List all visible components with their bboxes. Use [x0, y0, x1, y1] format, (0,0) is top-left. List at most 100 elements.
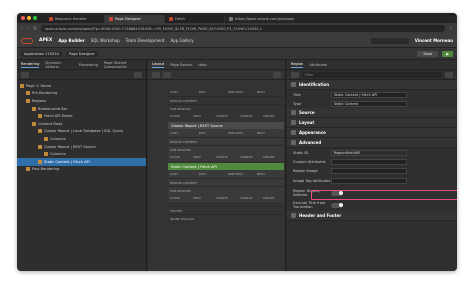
header-search-input[interactable]	[370, 37, 409, 44]
tab-attributes[interactable]: Attributes	[309, 63, 327, 67]
tree-node[interactable]: Breadcrumb Bar	[17, 105, 146, 113]
type-select[interactable]: Static Content	[331, 100, 407, 107]
grid-position[interactable]: NEXT	[255, 131, 284, 135]
group-identification[interactable]: Identification	[287, 80, 457, 90]
region-fetch-api[interactable]: Static Content | Fetch API COPY EDIT PREVI…	[168, 163, 284, 202]
grid-position[interactable]: PREVIOUS	[226, 131, 255, 135]
tree-view-icon[interactable]	[21, 71, 29, 78]
grid-position[interactable]: EDIT	[197, 90, 226, 94]
oracle-logo-icon[interactable]	[21, 37, 33, 44]
maximize-window-button[interactable]	[33, 16, 37, 20]
tree-node[interactable]: Pre-Rendering	[17, 90, 146, 98]
show-common-icon[interactable]	[291, 71, 299, 78]
grid-position[interactable]: HELP	[191, 114, 214, 118]
back-icon[interactable]: ‹	[21, 26, 23, 32]
grid-position[interactable]: CHANGE	[238, 155, 261, 159]
forward-icon[interactable]: ›	[27, 26, 29, 32]
grid-position[interactable]: DELETE	[214, 196, 237, 200]
tab-page-search[interactable]: Page Search	[170, 63, 192, 67]
browser-tab-page-designer[interactable]: Page Designer	[105, 15, 165, 23]
grid-position[interactable]: CLOSE	[168, 155, 191, 159]
tree-node[interactable]: Classic Report | Local Database | SQL Qu…	[17, 128, 146, 136]
grid-position[interactable]: CLOSE	[168, 114, 191, 118]
menu-sql-workshop[interactable]: SQL Workshop	[91, 38, 120, 43]
page-designer-breadcrumb[interactable]: Page Designer	[65, 50, 98, 57]
region-rest-source[interactable]: Classic Report | REST Source COPY EDIT PRE…	[168, 122, 284, 161]
tab-dynamic-actions[interactable]: Dynamic Actions	[45, 61, 72, 69]
property-filter-input[interactable]: Filter	[302, 71, 442, 78]
tree-node[interactable]: Post-Rendering	[17, 166, 146, 174]
grid-position[interactable]: CREATE	[261, 155, 284, 159]
region-image-input[interactable]	[331, 167, 407, 174]
inline-dialogs-position[interactable]: INLINE DIALOGS	[168, 214, 284, 222]
grid-position[interactable]: EDIT	[197, 172, 226, 176]
grid-position[interactable]: COPY	[168, 90, 197, 94]
grid-position[interactable]: CLOSE	[168, 196, 191, 200]
menu-team-development[interactable]: Team Development	[126, 38, 165, 43]
layout-tool-icon[interactable]	[152, 71, 160, 78]
grid-position[interactable]: COPY	[168, 172, 197, 176]
grid-sub-position[interactable]: REGION CONTENT	[168, 96, 284, 104]
browser-tab-resource-handler[interactable]: Resource Handler	[45, 15, 105, 23]
title-input[interactable]: Static Content | Fetch API	[331, 91, 407, 98]
menu-app-gallery[interactable]: App Gallery	[170, 38, 193, 43]
property-menu-icon[interactable]	[445, 71, 453, 78]
browser-tab-apex-url[interactable]: https://apex.oracle.com/pls/apex	[225, 15, 457, 23]
grid-position[interactable]: CHANGE	[238, 196, 261, 200]
grid-sub-position[interactable]: SUB REGIONS	[168, 145, 284, 153]
tree-node[interactable]: Content Body	[17, 120, 146, 128]
grid-position[interactable]: HELP	[191, 196, 214, 200]
grid-position[interactable]: CHANGE	[238, 114, 261, 118]
exclude-title-toggle[interactable]	[331, 202, 343, 208]
tree-node[interactable]: Page 1: Home	[17, 82, 146, 90]
tree-node[interactable]: Columns	[17, 150, 146, 158]
group-source[interactable]: Source	[287, 108, 457, 118]
grid-position[interactable]: NEXT	[255, 172, 284, 176]
menu-app-builder[interactable]: App Builder	[58, 38, 84, 43]
grid-position[interactable]: COPY	[168, 131, 197, 135]
tree-node[interactable]: Classic Report | REST Source	[17, 143, 146, 151]
grid-sub-position[interactable]: REGION CONTENT	[168, 137, 284, 145]
custom-attributes-input[interactable]	[331, 158, 407, 165]
static-id-input[interactable]: RegionFetchAPI	[331, 149, 407, 156]
grid-position[interactable]: PREVIOUS	[226, 172, 255, 176]
layout-menu-icon[interactable]	[273, 71, 281, 78]
tree-node[interactable]: Fetch API Demo	[17, 112, 146, 120]
tree-node[interactable]: Columns	[17, 135, 146, 143]
tab-layout[interactable]: Layout	[152, 62, 165, 68]
tab-region[interactable]: Region	[291, 62, 304, 68]
tab-rendering[interactable]: Rendering	[21, 62, 40, 68]
tab-processing[interactable]: Processing	[79, 63, 98, 67]
grid-position[interactable]: CREATE	[261, 196, 284, 200]
tree-menu-icon[interactable]	[134, 71, 142, 78]
grid-position[interactable]: EDIT	[197, 131, 226, 135]
footer-position[interactable]: FOOTER	[168, 206, 284, 214]
grid-sub-position[interactable]: REGION CONTENT	[168, 178, 284, 186]
grid-sub-position[interactable]: SUB REGIONS	[168, 186, 284, 194]
image-tag-input[interactable]	[331, 178, 407, 184]
grid-position[interactable]: HELP	[191, 155, 214, 159]
group-appearance[interactable]: Appearance	[287, 128, 457, 138]
group-layout[interactable]: Layout	[287, 118, 457, 128]
reload-icon[interactable]: ↻	[33, 26, 37, 32]
save-button[interactable]: Save	[417, 50, 439, 57]
grid-sub-position[interactable]: SUB REGIONS	[168, 104, 284, 112]
group-header-footer[interactable]: Header and Footer	[287, 211, 457, 221]
grid-position[interactable]: DELETE	[214, 155, 237, 159]
close-window-button[interactable]	[21, 16, 25, 20]
user-menu[interactable]: Vincent Morneau	[415, 38, 453, 43]
group-advanced[interactable]: Advanced	[287, 138, 457, 148]
grid-position[interactable]: NEXT	[255, 90, 284, 94]
tab-help[interactable]: Help	[198, 63, 206, 67]
application-breadcrumb[interactable]: Application 115554	[21, 50, 62, 57]
minimize-window-button[interactable]	[27, 16, 31, 20]
tree-node[interactable]: Regions	[17, 97, 146, 105]
run-page-button[interactable]: ▶	[442, 50, 453, 57]
grid-position[interactable]: CREATE	[261, 114, 284, 118]
url-field[interactable]: apex.oracle.com/pls/apex/f?p=4000:4500:7…	[41, 25, 445, 32]
bookmark-star-icon[interactable]: ☆	[449, 26, 453, 32]
tab-page-shared-components[interactable]: Page Shared Components	[104, 61, 146, 69]
tree-node[interactable]: Static Content | Fetch API	[17, 157, 146, 166]
grid-position[interactable]: DELETE	[214, 114, 237, 118]
browser-tab-fetch[interactable]: Fetch	[165, 15, 225, 23]
